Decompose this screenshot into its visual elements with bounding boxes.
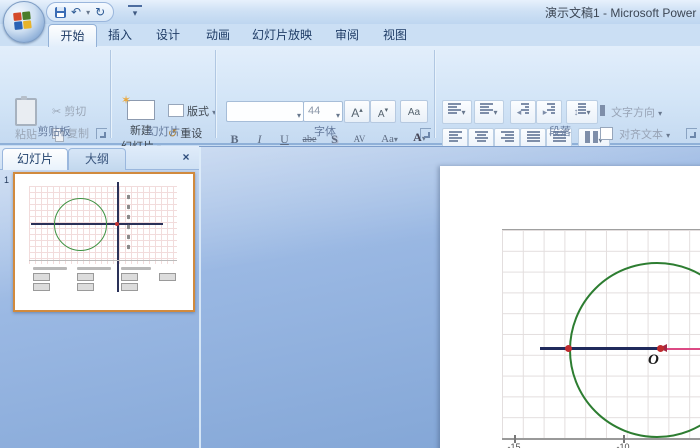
thumb-widget [33, 273, 50, 281]
clipboard-dialog-launcher-icon[interactable] [96, 128, 107, 139]
thumb-caption [77, 267, 111, 270]
office-button[interactable] [3, 1, 45, 43]
powerpoint-window: ↶ ▾ ↻ ▾ 演示文稿1 - Microsoft Power 开始 插入 设计… [0, 0, 700, 448]
undo-dropdown-icon[interactable]: ▾ [86, 8, 90, 17]
align-left-icon [448, 131, 462, 143]
thumb-widget [121, 283, 138, 291]
redo-icon[interactable]: ↻ [95, 4, 105, 20]
clipboard-group-label: 剪贴板 [37, 126, 71, 138]
align-text-button[interactable]: 对齐文本 ▾ [600, 126, 670, 142]
tab-review[interactable]: 审阅 [325, 24, 369, 46]
text-direction-button[interactable]: 文字方向 ▾ [600, 104, 662, 120]
align-text-icon [600, 127, 613, 140]
group-separator [110, 50, 111, 138]
layout-button[interactable]: 版式 ▾ [168, 103, 216, 119]
tab-animations[interactable]: 动画 [197, 24, 239, 46]
window-title: 演示文稿1 - Microsoft Power [545, 6, 697, 20]
thumb-widget [159, 273, 176, 281]
workspace: 幻灯片 大纲 × 1 O -15 -10 [0, 146, 700, 448]
decrease-indent-button[interactable]: ◂ [510, 100, 536, 124]
group-separator [434, 50, 435, 138]
sparkle-icon: ✶ [121, 93, 132, 107]
increase-indent-button[interactable]: ▸ [536, 100, 562, 124]
close-panel-icon[interactable]: × [179, 150, 193, 164]
tab-home[interactable]: 开始 [48, 24, 97, 47]
ribbon-tab-bar: 开始 插入 设计 动画 幻灯片放映 审阅 视图 [0, 24, 700, 47]
font-dialog-launcher-icon[interactable] [420, 128, 431, 139]
grow-font-button[interactable]: A▴ [344, 100, 370, 123]
paragraph-dialog-launcher-icon[interactable] [686, 128, 697, 139]
thumb-circle [54, 198, 107, 251]
slide-number: 1 [4, 175, 10, 185]
shrink-font-button[interactable]: A▾ [370, 100, 396, 123]
numbering-button[interactable]: ▾ [474, 100, 504, 124]
slide-thumbnail[interactable] [13, 172, 195, 312]
graph-point-o [657, 344, 664, 352]
graph-ray [664, 347, 700, 350]
slides-panel: 幻灯片 大纲 × 1 [0, 146, 201, 448]
paragraph-group-label: 段落 [549, 126, 571, 138]
thumb-widget [33, 283, 50, 291]
tab-insert[interactable]: 插入 [99, 24, 141, 46]
thumb-origin-point [115, 222, 119, 226]
panel-tab-slides[interactable]: 幻灯片 [2, 148, 68, 170]
paste-icon [15, 96, 37, 126]
bullets-button[interactable]: ▾ [442, 100, 472, 124]
quick-access-toolbar: ↶ ▾ ↻ [46, 2, 115, 22]
origin-label: O [648, 352, 659, 368]
titlebar: ↶ ▾ ↻ ▾ 演示文稿1 - Microsoft Power [0, 0, 700, 25]
panel-tab-outline[interactable]: 大纲 [68, 148, 126, 170]
x-axis-line [502, 438, 700, 440]
x-tick-label: -15 [507, 442, 521, 448]
numbering-icon [480, 103, 494, 115]
thumb-caption [121, 267, 151, 270]
indent-icon [521, 103, 530, 115]
layout-icon [168, 104, 184, 117]
graph-segment [540, 347, 664, 350]
graph-circle [569, 262, 700, 438]
font-family-select[interactable]: ▾ [226, 101, 304, 122]
group-separator [215, 50, 216, 138]
office-logo-icon [13, 11, 34, 32]
thumb-caption [33, 267, 67, 270]
font-size-select[interactable]: 44 ▾ [303, 101, 343, 122]
ribbon: 粘贴 ▾ ✂ 剪切 复制 格式刷 剪贴板 ✶ 新建 幻灯片 ▾ 版式 ▾ ↺ [0, 46, 700, 163]
thumb-bottom-axis [29, 260, 177, 261]
font-group-label: 字体 [314, 126, 336, 138]
thumb-axis-ticks [127, 192, 130, 252]
thumb-widget [77, 283, 94, 291]
graph-grid: O -15 -10 [502, 229, 700, 448]
bullets-icon [448, 103, 462, 115]
slides-group-label: 幻灯片 [147, 126, 181, 138]
line-spacing-button[interactable]: ↕ ▾ [566, 100, 598, 124]
slide-editing-area: O -15 -10 [201, 147, 700, 448]
align-right-icon [500, 131, 514, 143]
qat-customize-icon[interactable]: ▾ [128, 5, 142, 21]
new-slide-icon: ✶ [121, 93, 155, 120]
save-icon[interactable] [55, 6, 66, 18]
graph-point-left [565, 344, 572, 352]
indent-icon [547, 103, 556, 115]
tab-design[interactable]: 设计 [147, 24, 189, 46]
thumb-widget [121, 273, 138, 281]
align-center-icon [474, 131, 488, 143]
scissors-icon: ✂ [52, 106, 62, 118]
x-tick-label: -10 [616, 442, 630, 448]
clear-formatting-button[interactable]: Aa [400, 100, 428, 123]
thumb-widget [77, 273, 94, 281]
cut-button[interactable]: ✂ 剪切 [52, 103, 86, 119]
thumb-y-axis [117, 182, 119, 292]
tab-view[interactable]: 视图 [373, 24, 417, 46]
panel-tab-bar: 幻灯片 大纲 × [0, 146, 199, 170]
tab-slideshow[interactable]: 幻灯片放映 [245, 24, 319, 46]
undo-icon[interactable]: ↶ [71, 4, 81, 20]
text-direction-icon [600, 105, 608, 116]
slide-canvas[interactable]: O -15 -10 [440, 166, 700, 448]
